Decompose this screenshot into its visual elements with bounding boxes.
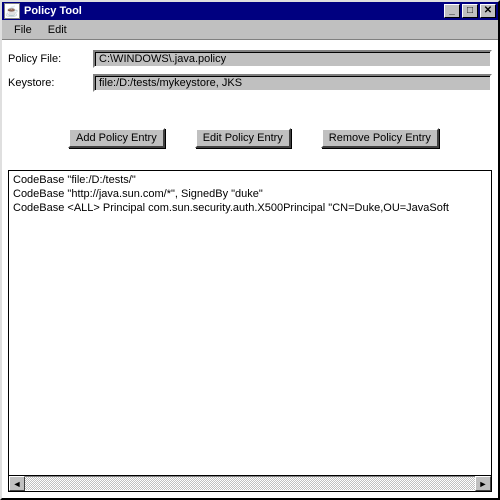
close-button[interactable]: ✕ bbox=[480, 4, 496, 18]
scroll-track[interactable] bbox=[25, 476, 475, 491]
java-icon: ☕ bbox=[4, 3, 20, 19]
keystore-row: Keystore: file:/D:/tests/mykeystore, JKS bbox=[8, 74, 492, 92]
client-area: Policy File: C:\WINDOWS\.java.policy Key… bbox=[2, 40, 498, 498]
edit-policy-entry-button[interactable]: Edit Policy Entry bbox=[195, 128, 291, 148]
menu-edit[interactable]: Edit bbox=[40, 23, 75, 37]
keystore-value: file:/D:/tests/mykeystore, JKS bbox=[99, 77, 242, 89]
arrow-right-icon: ► bbox=[479, 479, 488, 489]
policy-file-input[interactable]: C:\WINDOWS\.java.policy bbox=[93, 50, 492, 68]
scroll-left-button[interactable]: ◄ bbox=[9, 476, 25, 491]
maximize-button[interactable]: □ bbox=[462, 4, 478, 18]
menubar: File Edit bbox=[2, 20, 498, 40]
horizontal-scrollbar[interactable]: ◄ ► bbox=[8, 476, 492, 492]
window-title: Policy Tool bbox=[24, 5, 442, 17]
list-item[interactable]: CodeBase "file:/D:/tests/" bbox=[13, 173, 487, 187]
list-item[interactable]: CodeBase "http://java.sun.com/*", Signed… bbox=[13, 187, 487, 201]
window-buttons: _ □ ✕ bbox=[442, 4, 496, 18]
keystore-input[interactable]: file:/D:/tests/mykeystore, JKS bbox=[93, 74, 492, 92]
policy-entries-listbox[interactable]: CodeBase "file:/D:/tests/" CodeBase "htt… bbox=[8, 170, 492, 476]
policy-entries-content: CodeBase "file:/D:/tests/" CodeBase "htt… bbox=[9, 171, 491, 475]
list-item[interactable]: CodeBase <ALL> Principal com.sun.securit… bbox=[13, 201, 487, 215]
policy-file-label: Policy File: bbox=[8, 53, 93, 65]
scroll-right-button[interactable]: ► bbox=[475, 476, 491, 491]
arrow-left-icon: ◄ bbox=[13, 479, 22, 489]
button-row: Add Policy Entry Edit Policy Entry Remov… bbox=[68, 128, 492, 148]
minimize-button[interactable]: _ bbox=[444, 4, 460, 18]
policy-file-value: C:\WINDOWS\.java.policy bbox=[99, 53, 226, 65]
remove-policy-entry-button[interactable]: Remove Policy Entry bbox=[321, 128, 439, 148]
add-policy-entry-button[interactable]: Add Policy Entry bbox=[68, 128, 165, 148]
menu-file[interactable]: File bbox=[6, 23, 40, 37]
policy-tool-window: ☕ Policy Tool _ □ ✕ File Edit Policy Fil… bbox=[0, 0, 500, 500]
policy-file-row: Policy File: C:\WINDOWS\.java.policy bbox=[8, 50, 492, 68]
keystore-label: Keystore: bbox=[8, 77, 93, 89]
titlebar: ☕ Policy Tool _ □ ✕ bbox=[2, 2, 498, 20]
